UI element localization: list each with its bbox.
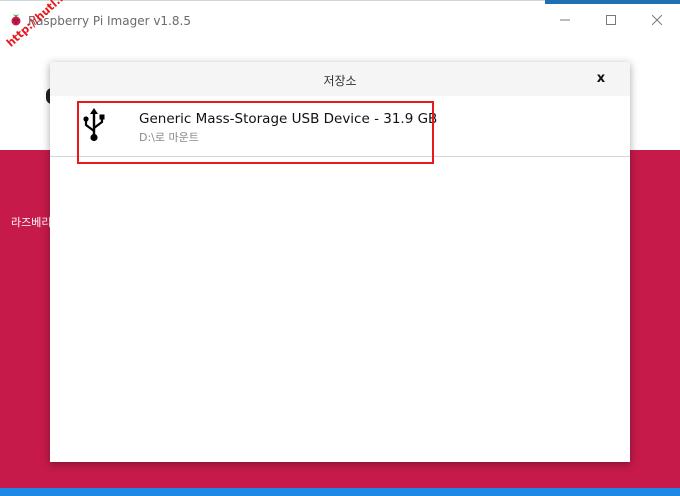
dialog-close-button[interactable]: x [592,70,610,88]
dialog-title: 저장소 [323,74,357,88]
drive-name: Generic Mass-Storage USB Device - 31.9 G… [139,111,438,127]
storage-list-item[interactable]: Generic Mass-Storage USB Device - 31.9 G… [50,96,630,157]
minimize-icon [560,19,570,21]
minimize-button[interactable] [542,1,588,39]
maximize-button[interactable] [588,1,634,39]
taskbar-edge [0,488,680,496]
drive-mount-point: D:\로 마운트 [139,131,199,144]
usb-icon [81,108,107,142]
app-section-label: 라즈베리 [11,216,52,229]
window-close-button[interactable] [634,1,680,39]
close-icon [652,15,662,25]
window-titlebar: Raspberry Pi Imager v1.8.5 [0,0,680,39]
window-title: Raspberry Pi Imager v1.8.5 [28,14,191,28]
dialog-header: 저장소 x [50,62,630,96]
window-edge-accent [545,0,680,4]
storage-dialog: 저장소 x Generic Mass-Storage USB Device - … [50,62,630,462]
maximize-icon [606,15,616,25]
